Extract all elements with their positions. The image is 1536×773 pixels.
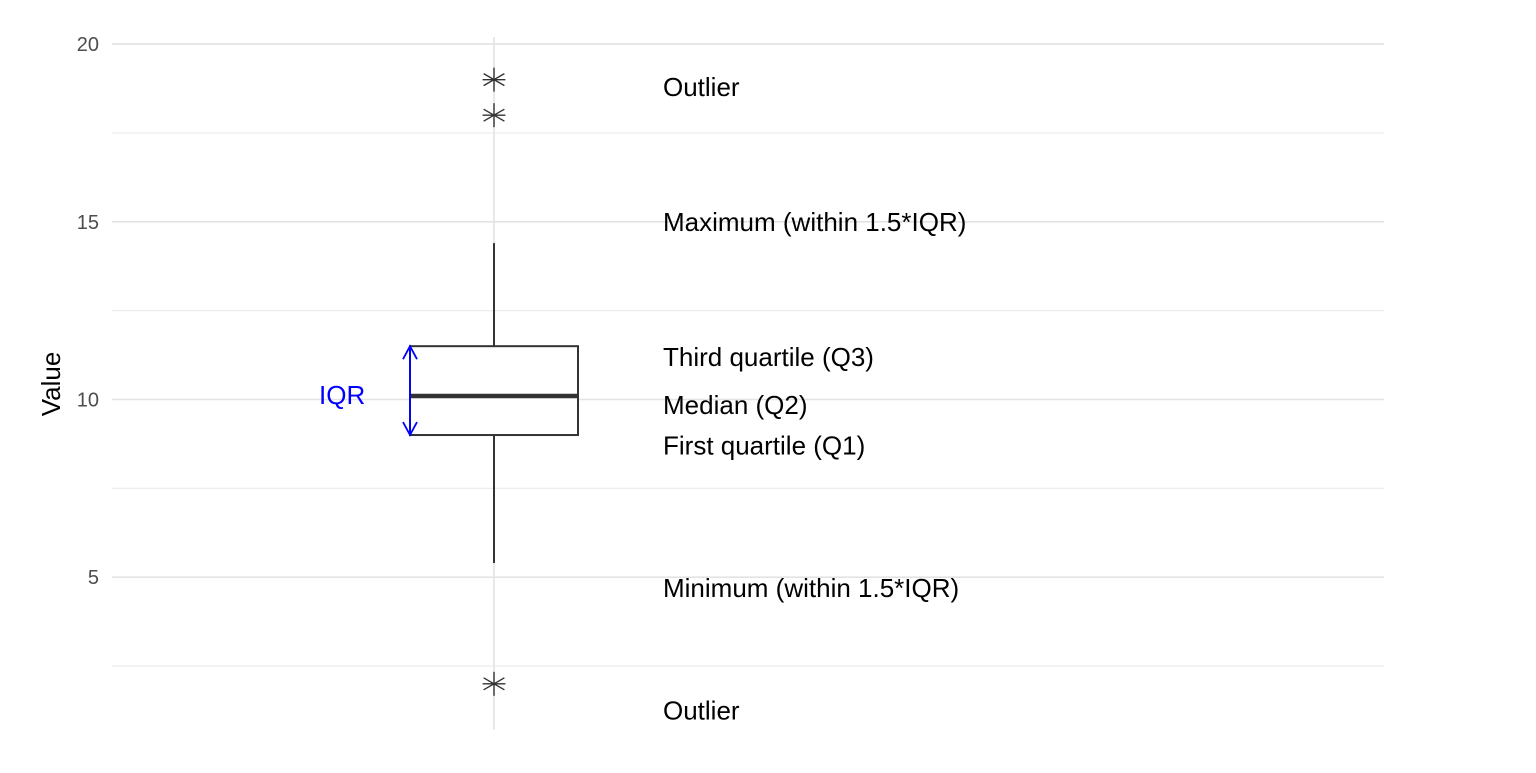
annotation-label: Third quartile (Q3) [663,342,874,372]
outlier-point [482,67,506,92]
iqr-label: IQR [319,380,365,410]
annotation-label: Minimum (within 1.5*IQR) [663,573,959,603]
chart-canvas: 5 10 15 20 Value IQR Outlier Maximum (within… [36,34,1384,730]
y-axis-ticks: 5 10 15 20 [77,34,99,589]
y-axis-title: Value [36,352,66,417]
boxplot-chart: 5 10 15 20 Value IQR Outlier Maximum (within… [0,0,1536,768]
annotation-label: Outlier [663,72,740,102]
outlier-point [482,671,506,696]
y-tick-label: 20 [77,34,99,56]
y-tick-label: 10 [77,389,99,411]
y-tick-label: 15 [77,212,99,234]
iqr-box [409,345,579,437]
grid-lines [112,37,1384,730]
annotation-labels: Outlier Maximum (within 1.5*IQR) Third qua… [663,72,966,726]
annotation-label: First quartile (Q1) [663,431,865,461]
y-tick-label: 5 [88,567,99,589]
annotation-label: Outlier [663,695,740,725]
iqr-indicator: IQR [319,344,418,437]
annotation-label: Maximum (within 1.5*IQR) [663,207,966,237]
annotation-label: Median (Q2) [663,390,808,420]
outlier-point [482,103,506,128]
